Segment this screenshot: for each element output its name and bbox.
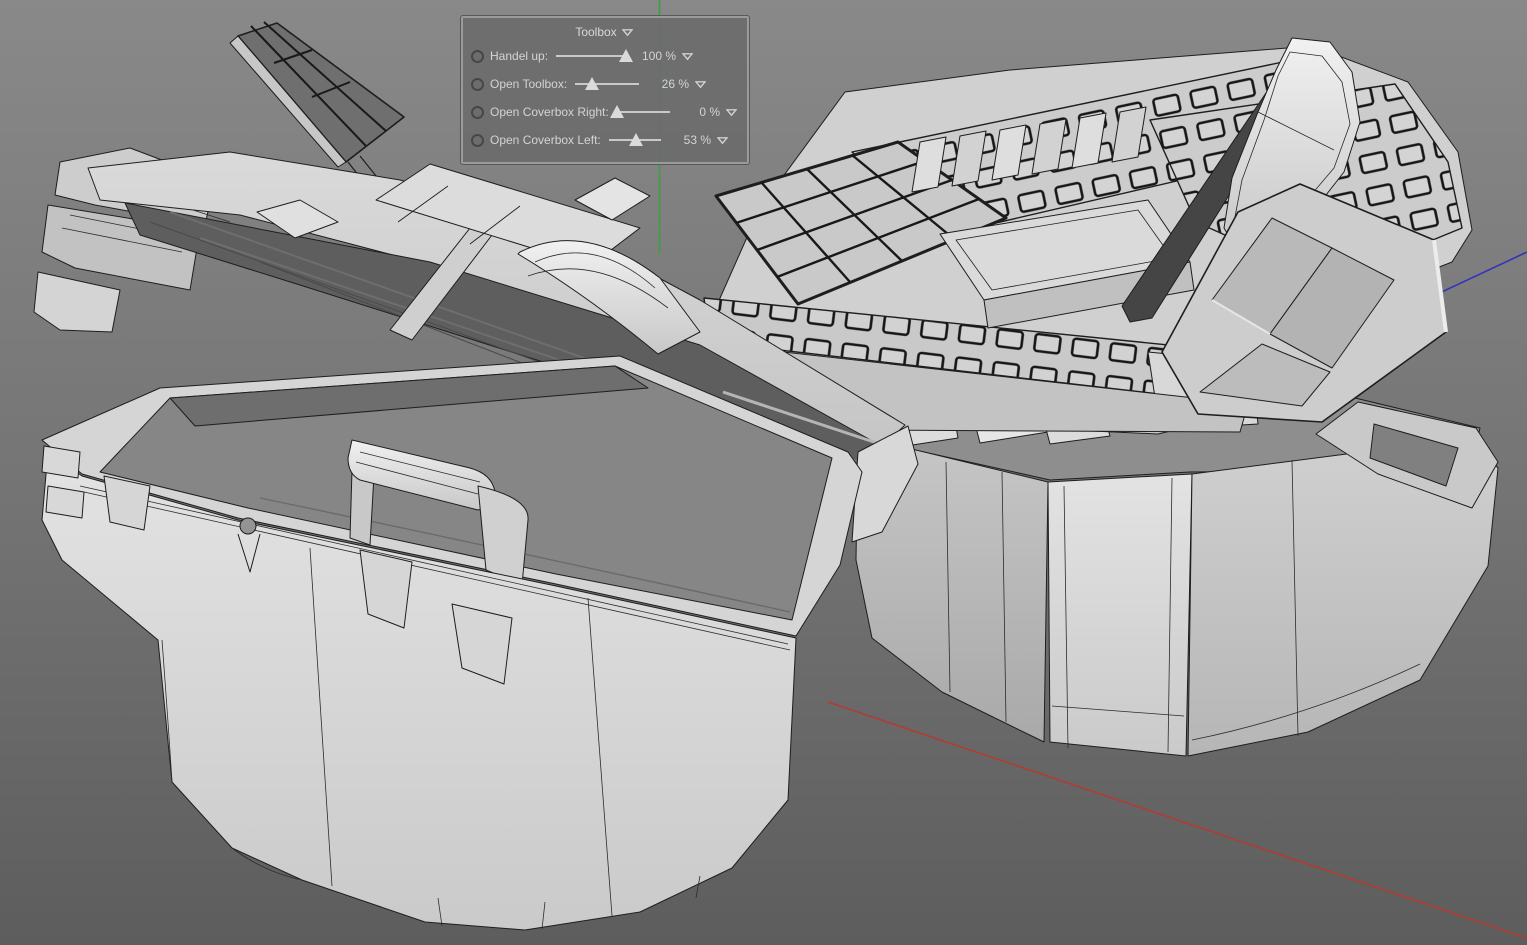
slider-thumb[interactable] [609, 105, 624, 118]
chevron-down-icon[interactable] [682, 52, 693, 61]
hud-slider-row-open-toolbox: Open Toolbox: 26 % [471, 70, 737, 98]
hud-slider-rows: Handel up: 100 % Open Toolbox: 26 % Open… [471, 42, 737, 154]
radio-icon[interactable] [471, 105, 484, 119]
slider-track[interactable] [609, 105, 670, 119]
hud-panel: Toolbox Handel up: 100 % Open Toolbox: 2… [460, 15, 750, 165]
hud-title-label: Toolbox [575, 25, 617, 39]
chevron-down-icon[interactable] [726, 108, 737, 117]
radio-icon[interactable] [471, 133, 484, 147]
chevron-down-icon[interactable] [695, 80, 706, 89]
hud-slider-row-open-coverbox-right: Open Coverbox Right: 0 % [471, 98, 737, 126]
slider-value[interactable]: 100 % [634, 49, 676, 63]
slider-label: Handel up: [490, 49, 549, 63]
viewport-window: Toolbox Handel up: 100 % Open Toolbox: 2… [0, 0, 1527, 945]
slider-thumb[interactable] [584, 77, 599, 90]
slider-track[interactable] [556, 49, 633, 63]
chevron-down-icon [621, 28, 633, 36]
hud-slider-row-handle-up: Handel up: 100 % [471, 42, 737, 70]
radio-icon[interactable] [471, 77, 484, 91]
hud-slider-row-open-coverbox-left: Open Coverbox Left: 53 % [471, 126, 737, 154]
slider-track[interactable] [575, 77, 639, 91]
slider-value[interactable]: 26 % [647, 77, 689, 91]
radio-icon[interactable] [471, 49, 484, 63]
slider-thumb[interactable] [619, 49, 633, 62]
slider-label: Open Coverbox Left: [490, 133, 601, 147]
slider-label: Open Coverbox Right: [490, 105, 609, 119]
slider-thumb[interactable] [629, 133, 644, 146]
slider-label: Open Toolbox: [490, 77, 568, 91]
viewport-3d[interactable] [0, 0, 1527, 945]
slider-value[interactable]: 0 % [678, 105, 720, 119]
chevron-down-icon[interactable] [717, 136, 728, 145]
slider-track[interactable] [608, 133, 661, 147]
hud-title-row[interactable]: Toolbox [471, 22, 737, 42]
slider-value[interactable]: 53 % [669, 133, 711, 147]
body-corner-pillar [1047, 473, 1193, 757]
